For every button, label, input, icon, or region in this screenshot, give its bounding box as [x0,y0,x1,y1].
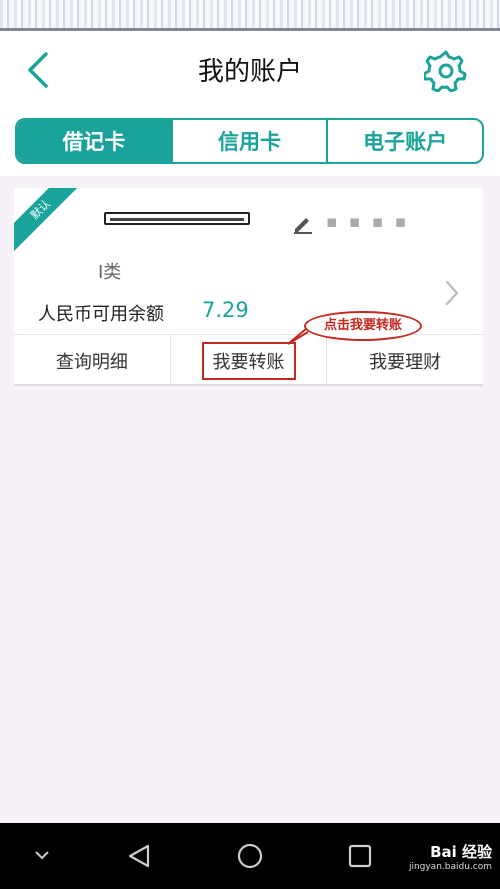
balance-value: 7.29 [202,298,249,322]
watermark-domain: jingyan.baidu.com [408,862,492,872]
query-details-label: 查询明细 [55,351,128,373]
status-bar [0,0,500,34]
tab-credit-card[interactable]: 信用卡 [170,120,327,162]
account-number-redacted [104,212,250,225]
account-card[interactable]: 默认 ▪ ▪ ▪ ▪ Ⅰ类 人民币可用余额 7.29 查询明细 我要转账 我要理… [14,188,483,386]
wealth-management-label: 我要理财 [369,351,442,373]
card-actions: 查询明细 我要转账 我要理财 [14,334,483,384]
system-nav-bar: Bai 经验 jingyan.baidu.com [0,823,500,889]
tab-e-account[interactable]: 电子账户 [326,120,482,162]
recents-nav-icon[interactable] [348,844,372,868]
account-type-tabs: 借记卡 信用卡 电子账户 [15,118,484,164]
header: 我的账户 [0,34,500,104]
watermark-brand: Bai 经验 [430,843,492,861]
tab-debit-card[interactable]: 借记卡 [17,120,171,162]
home-nav-icon[interactable] [236,842,264,870]
baidu-jingyan-watermark: Bai 经验 jingyan.baidu.com [409,841,492,872]
default-badge: 默认 [14,188,87,256]
wealth-management-button[interactable]: 我要理财 [326,335,483,384]
tutorial-callout: 点击我要转账 [304,311,422,341]
back-nav-icon[interactable] [126,843,152,869]
tabs-container: 借记卡 信用卡 电子账户 [0,104,500,176]
account-class: Ⅰ类 [98,262,122,283]
transfer-label: 我要转账 [201,341,296,380]
status-bar-blur [0,0,500,31]
account-alias-blurred: ▪ ▪ ▪ ▪ [326,212,410,232]
query-details-button[interactable]: 查询明细 [14,335,170,384]
card-detail-button[interactable] [442,278,462,308]
settings-button[interactable] [422,48,468,93]
balance-label: 人民币可用余额 [38,304,164,325]
gear-icon [422,50,467,93]
pencil-icon [294,218,312,234]
edit-alias-button[interactable] [292,212,314,234]
collapse-icon[interactable] [34,849,50,861]
chevron-right-icon [445,280,459,306]
